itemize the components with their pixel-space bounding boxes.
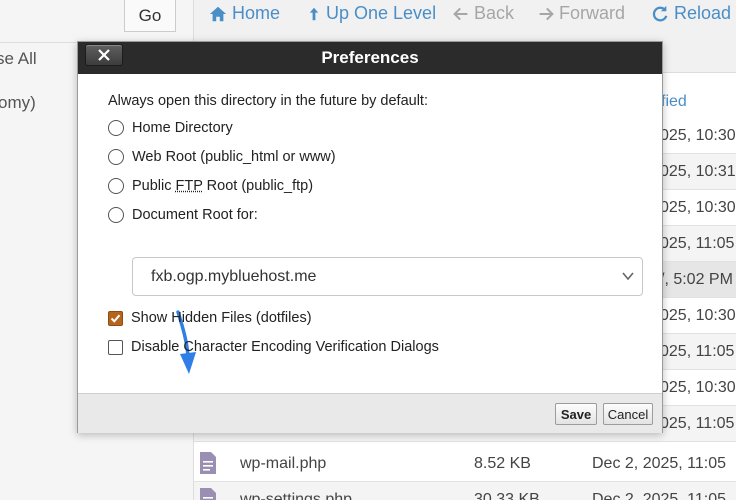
last-modified-header[interactable]: fied (661, 93, 687, 111)
radio-button[interactable] (108, 207, 124, 223)
checkbox-label: Disable Character Encoding Verification … (131, 339, 439, 355)
domain-select[interactable]: fxb.ogp.mybluehost.me (132, 257, 643, 296)
radio-button[interactable] (108, 178, 124, 194)
checkbox[interactable] (108, 340, 123, 355)
forward-button[interactable]: Forward (538, 3, 625, 24)
file-icon (200, 452, 216, 474)
radio-document-root[interactable]: Document Root for: (108, 207, 258, 223)
row-date: 025, 11:05 (660, 235, 734, 253)
table-row[interactable]: wp-mail.php 8.52 KB Dec 2, 2025, 11:05 (194, 446, 736, 482)
checkmark-icon (110, 313, 121, 324)
arrow-right-icon (538, 5, 554, 23)
row-date: /, 5:02 PM (660, 271, 733, 289)
tree-item[interactable]: omy) (0, 93, 36, 113)
preferences-dialog: Preferences Always open this directory i… (77, 41, 663, 433)
home-button[interactable]: Home (209, 3, 280, 24)
close-button[interactable] (85, 44, 123, 66)
row-date: 025, 10:30 (660, 199, 736, 217)
dialog-footer: Save Cancel (78, 393, 662, 433)
reload-label: Reload (674, 3, 731, 24)
row-date: 025, 10:31 (660, 163, 736, 181)
show-hidden-files-checkbox[interactable]: Show Hidden Files (dotfiles) (108, 310, 312, 326)
close-icon (98, 49, 110, 61)
radio-button[interactable] (108, 120, 124, 136)
home-label: Home (232, 3, 280, 24)
file-icon (200, 488, 216, 500)
refresh-icon (651, 5, 669, 23)
forward-label: Forward (559, 3, 625, 24)
file-date: Dec 2, 2025, 11:05 (592, 491, 726, 500)
up-one-level-button[interactable]: Up One Level (307, 3, 436, 24)
level-up-icon (307, 5, 321, 23)
row-date: 025, 10:30 (660, 307, 736, 325)
cancel-button[interactable]: Cancel (603, 403, 653, 425)
radio-label: Home Directory (132, 120, 233, 136)
dialog-title: Preferences (321, 48, 418, 68)
default-directory-label: Always open this directory in the future… (108, 93, 428, 109)
table-row[interactable]: wp-settings.php 30.33 KB Dec 2, 2025, 11… (194, 482, 736, 500)
row-date: 025, 11:05 (660, 415, 734, 433)
domain-select-value: fxb.ogp.mybluehost.me (151, 268, 316, 286)
row-date: 025, 11:05 (660, 343, 734, 361)
radio-button[interactable] (108, 149, 124, 165)
radio-label: Public FTP Root (public_ftp) (132, 178, 313, 194)
back-label: Back (474, 3, 514, 24)
radio-label: Web Root (public_html or www) (132, 149, 336, 165)
chevron-down-icon (622, 272, 634, 281)
go-button[interactable]: Go (124, 0, 176, 32)
file-size: 8.52 KB (474, 455, 531, 473)
row-date: 025, 10:30 (660, 379, 736, 397)
file-name: wp-mail.php (240, 455, 326, 473)
collapse-all-link[interactable]: se All (0, 49, 37, 69)
file-name: wp-settings.php (240, 491, 352, 500)
radio-label: Document Root for: (132, 207, 258, 223)
radio-public-ftp-root[interactable]: Public FTP Root (public_ftp) (108, 178, 313, 194)
radio-web-root[interactable]: Web Root (public_html or www) (108, 149, 336, 165)
row-date: 025, 10:30 (660, 127, 736, 145)
dialog-body: Always open this directory in the future… (78, 74, 662, 393)
save-button[interactable]: Save (555, 403, 597, 425)
file-size: 30.33 KB (474, 491, 540, 500)
reload-button[interactable]: Reload (651, 3, 731, 24)
home-icon (209, 5, 227, 23)
file-date: Dec 2, 2025, 11:05 (592, 455, 726, 473)
checkbox-label: Show Hidden Files (dotfiles) (131, 310, 312, 326)
up-one-level-label: Up One Level (326, 3, 436, 24)
checkbox[interactable] (108, 311, 123, 326)
disable-encoding-checkbox[interactable]: Disable Character Encoding Verification … (108, 339, 439, 355)
radio-home-directory[interactable]: Home Directory (108, 120, 233, 136)
back-button[interactable]: Back (453, 3, 514, 24)
dialog-titlebar[interactable]: Preferences (78, 42, 662, 74)
arrow-left-icon (453, 5, 469, 23)
